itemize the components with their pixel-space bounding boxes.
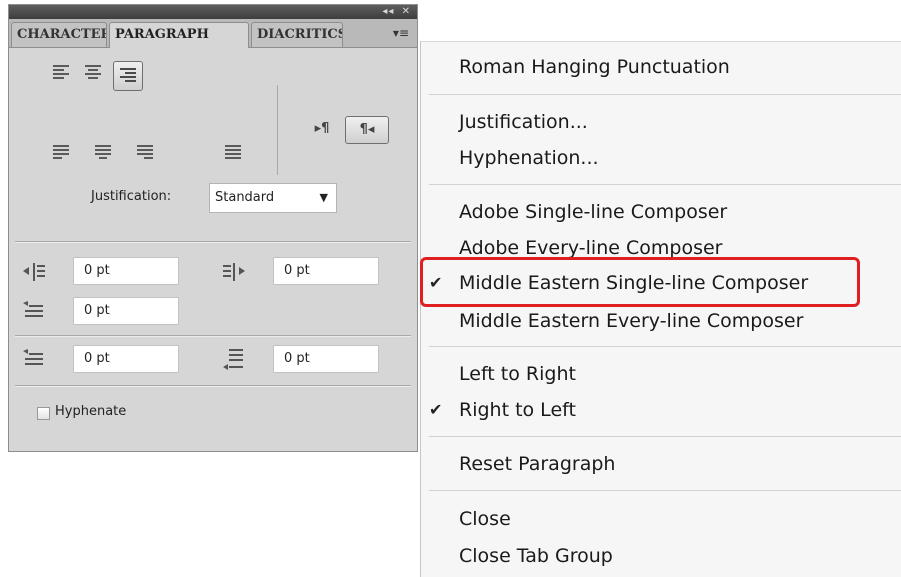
left-indent-field[interactable]: 0 pt xyxy=(73,257,179,285)
divider xyxy=(15,335,411,337)
tab-character[interactable]: CHARACTER xyxy=(11,22,107,47)
paragraph-panel: ◂◂ ✕ CHARACTER PARAGRAPH DIACRITICS ▾≡ ▸… xyxy=(8,4,418,452)
tab-diacritics[interactable]: DIACRITICS xyxy=(251,22,343,47)
first-line-indent-field[interactable]: 0 pt xyxy=(73,297,179,325)
highlight-annotation-box xyxy=(420,257,860,307)
menu-separator xyxy=(429,346,901,347)
checkmark-icon: ✔ xyxy=(429,400,443,419)
menu-item-middle-eastern-every-line-composer[interactable]: Middle Eastern Every-line Composer xyxy=(459,309,803,333)
divider xyxy=(15,385,411,387)
panel-menu-icon[interactable]: ▾≡ xyxy=(393,26,409,40)
align-right-icon[interactable] xyxy=(113,61,143,91)
menu-item-hyphenation[interactable]: Hyphenation... xyxy=(459,146,599,170)
justification-value: Standard xyxy=(215,190,275,205)
menu-item-left-to-right[interactable]: Left to Right xyxy=(459,362,576,386)
hyphenate-label: Hyphenate xyxy=(55,404,127,419)
justify-last-left-icon[interactable] xyxy=(49,141,75,167)
space-after-field[interactable]: 0 pt xyxy=(273,345,379,373)
hyphenate-checkbox[interactable] xyxy=(37,407,50,420)
paragraph-flyout-menu: Roman Hanging Punctuation Justification.… xyxy=(420,41,901,577)
left-indent-icon xyxy=(23,261,45,283)
menu-separator xyxy=(429,436,901,437)
close-icon[interactable]: ✕ xyxy=(402,6,411,17)
space-before-field[interactable]: 0 pt xyxy=(73,345,179,373)
space-after-icon xyxy=(223,349,245,371)
right-indent-field[interactable]: 0 pt xyxy=(273,257,379,285)
titlebar-controls: ◂◂ ✕ xyxy=(379,5,411,19)
space-before-icon xyxy=(23,349,45,371)
menu-item-roman-hanging-punctuation[interactable]: Roman Hanging Punctuation xyxy=(459,55,730,79)
vertical-divider xyxy=(277,85,278,175)
menu-item-close[interactable]: Close xyxy=(459,507,511,531)
right-indent-icon xyxy=(223,261,245,283)
menu-item-justification[interactable]: Justification... xyxy=(459,110,588,134)
align-center-icon[interactable] xyxy=(81,61,107,87)
panel-titlebar: ◂◂ ✕ xyxy=(9,5,417,19)
left-to-right-button[interactable]: ▸¶ xyxy=(305,118,339,142)
chevron-down-icon: ▼ xyxy=(319,191,328,204)
justification-dropdown[interactable]: Standard ▼ xyxy=(209,183,337,213)
menu-item-reset-paragraph[interactable]: Reset Paragraph xyxy=(459,452,615,476)
justify-all-icon[interactable] xyxy=(221,141,247,167)
menu-separator xyxy=(429,94,901,95)
tab-row: CHARACTER PARAGRAPH DIACRITICS ▾≡ xyxy=(9,19,417,48)
menu-item-adobe-single-line-composer[interactable]: Adobe Single-line Composer xyxy=(459,200,727,224)
menu-separator xyxy=(429,184,901,185)
align-left-icon[interactable] xyxy=(49,61,75,87)
justify-last-center-icon[interactable] xyxy=(91,141,117,167)
justify-last-right-icon[interactable] xyxy=(133,141,159,167)
tab-paragraph[interactable]: PARAGRAPH xyxy=(109,22,249,48)
collapse-icon[interactable]: ◂◂ xyxy=(382,6,394,17)
menu-item-right-to-left[interactable]: Right to Left xyxy=(459,398,576,422)
menu-item-close-tab-group[interactable]: Close Tab Group xyxy=(459,544,613,568)
justification-label: Justification: xyxy=(91,189,172,204)
divider xyxy=(15,241,411,243)
right-to-left-button[interactable]: ¶◂ xyxy=(345,116,389,144)
first-line-indent-icon xyxy=(23,301,45,323)
menu-separator xyxy=(429,490,901,491)
